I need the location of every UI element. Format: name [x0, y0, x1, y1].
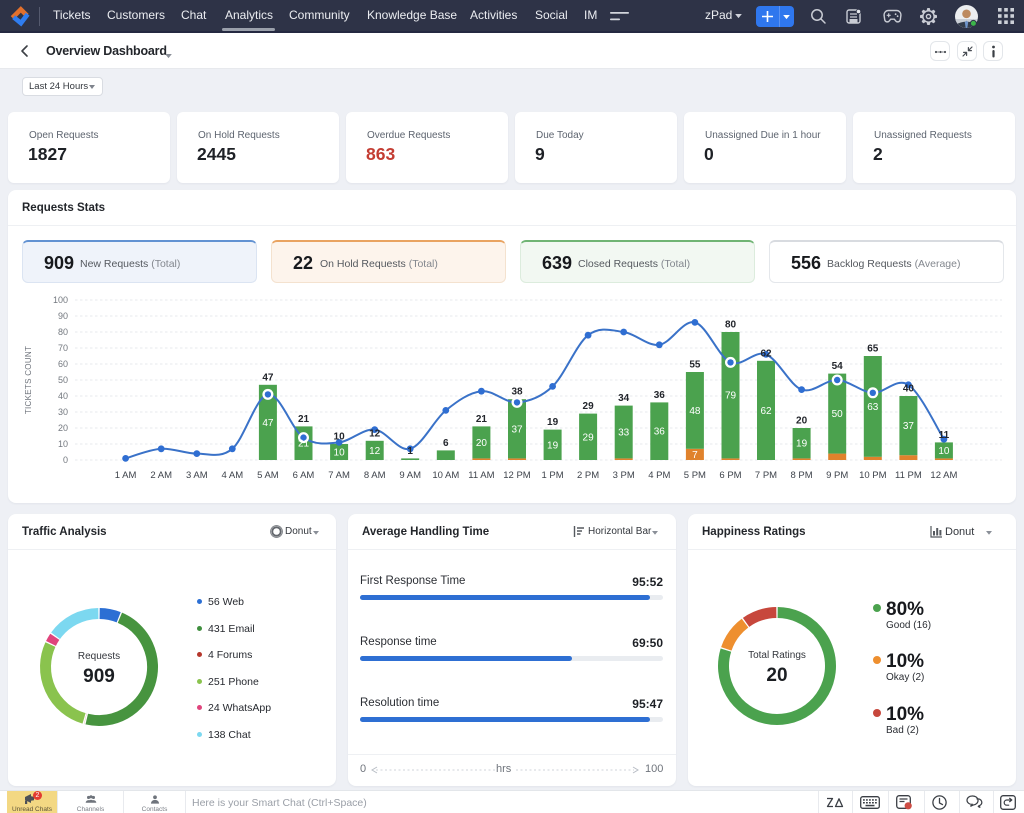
svg-text:6 PM: 6 PM: [719, 470, 741, 481]
svg-text:2 PM: 2 PM: [577, 470, 599, 481]
svg-text:29: 29: [583, 432, 595, 443]
svg-text:5 AM: 5 AM: [257, 470, 279, 481]
svg-text:19: 19: [547, 417, 559, 428]
svg-text:21: 21: [298, 439, 310, 450]
svg-text:65: 65: [867, 344, 879, 355]
svg-text:12 PM: 12 PM: [503, 470, 531, 481]
svg-text:19: 19: [796, 439, 808, 450]
svg-text:34: 34: [618, 393, 630, 404]
svg-text:90: 90: [58, 311, 68, 321]
svg-text:12: 12: [369, 446, 381, 457]
svg-text:10: 10: [334, 432, 346, 443]
svg-text:TICKETS COUNT: TICKETS COUNT: [24, 346, 33, 414]
svg-text:6 AM: 6 AM: [293, 470, 315, 481]
svg-text:5 PM: 5 PM: [684, 470, 706, 481]
svg-text:60: 60: [58, 359, 68, 369]
svg-text:33: 33: [618, 428, 630, 439]
svg-text:38: 38: [511, 387, 523, 398]
svg-text:10: 10: [938, 446, 950, 457]
svg-text:40: 40: [903, 384, 915, 395]
svg-text:2 AM: 2 AM: [150, 470, 172, 481]
svg-text:20: 20: [766, 665, 787, 686]
svg-text:11 AM: 11 AM: [468, 470, 494, 481]
svg-text:7 PM: 7 PM: [755, 470, 777, 481]
svg-text:10 AM: 10 AM: [432, 470, 459, 481]
svg-text:62: 62: [760, 348, 772, 359]
svg-text:20: 20: [796, 416, 808, 427]
svg-text:20: 20: [58, 423, 68, 433]
svg-text:7 AM: 7 AM: [328, 470, 350, 481]
svg-text:62: 62: [760, 406, 772, 417]
svg-text:Total Ratings: Total Ratings: [748, 650, 806, 661]
svg-text:79: 79: [725, 391, 737, 402]
svg-text:63: 63: [867, 402, 879, 413]
svg-text:909: 909: [83, 666, 115, 687]
svg-text:70: 70: [58, 343, 68, 353]
svg-text:3 AM: 3 AM: [186, 470, 208, 481]
svg-text:12 AM: 12 AM: [930, 470, 957, 481]
svg-text:10: 10: [58, 439, 68, 449]
svg-text:48: 48: [689, 406, 701, 417]
svg-text:36: 36: [654, 427, 666, 438]
svg-text:20: 20: [476, 438, 488, 449]
svg-text:37: 37: [903, 421, 915, 432]
svg-text:11 PM: 11 PM: [895, 470, 922, 481]
svg-text:55: 55: [689, 360, 701, 371]
svg-text:37: 37: [511, 424, 523, 435]
svg-text:3 PM: 3 PM: [613, 470, 635, 481]
svg-text:50: 50: [832, 409, 844, 420]
svg-text:4 PM: 4 PM: [648, 470, 670, 481]
svg-text:50: 50: [58, 375, 68, 385]
svg-text:19: 19: [547, 440, 559, 451]
svg-text:47: 47: [262, 418, 274, 429]
svg-text:40: 40: [58, 391, 68, 401]
svg-text:100: 100: [53, 295, 68, 305]
svg-text:10: 10: [334, 448, 346, 459]
svg-text:Requests: Requests: [78, 651, 120, 662]
svg-text:80: 80: [58, 327, 68, 337]
svg-text:80: 80: [725, 320, 737, 331]
svg-text:4 AM: 4 AM: [221, 470, 243, 481]
svg-text:9 PM: 9 PM: [826, 470, 848, 481]
svg-text:30: 30: [58, 407, 68, 417]
svg-text:10 PM: 10 PM: [859, 470, 887, 481]
svg-text:12: 12: [369, 428, 381, 439]
svg-text:21: 21: [476, 414, 488, 425]
svg-text:9 AM: 9 AM: [399, 470, 421, 481]
svg-text:8 PM: 8 PM: [791, 470, 813, 481]
svg-text:54: 54: [832, 361, 844, 372]
svg-text:7: 7: [692, 450, 698, 461]
svg-text:0: 0: [63, 455, 68, 465]
svg-text:21: 21: [298, 414, 310, 425]
svg-text:1 PM: 1 PM: [542, 470, 564, 481]
svg-text:29: 29: [583, 401, 595, 412]
svg-text:6: 6: [443, 438, 449, 449]
svg-text:8 AM: 8 AM: [364, 470, 386, 481]
svg-text:1: 1: [407, 446, 413, 457]
svg-text:47: 47: [262, 372, 274, 383]
svg-text:1 AM: 1 AM: [115, 470, 137, 481]
svg-text:36: 36: [654, 390, 666, 401]
svg-text:11: 11: [939, 430, 950, 441]
